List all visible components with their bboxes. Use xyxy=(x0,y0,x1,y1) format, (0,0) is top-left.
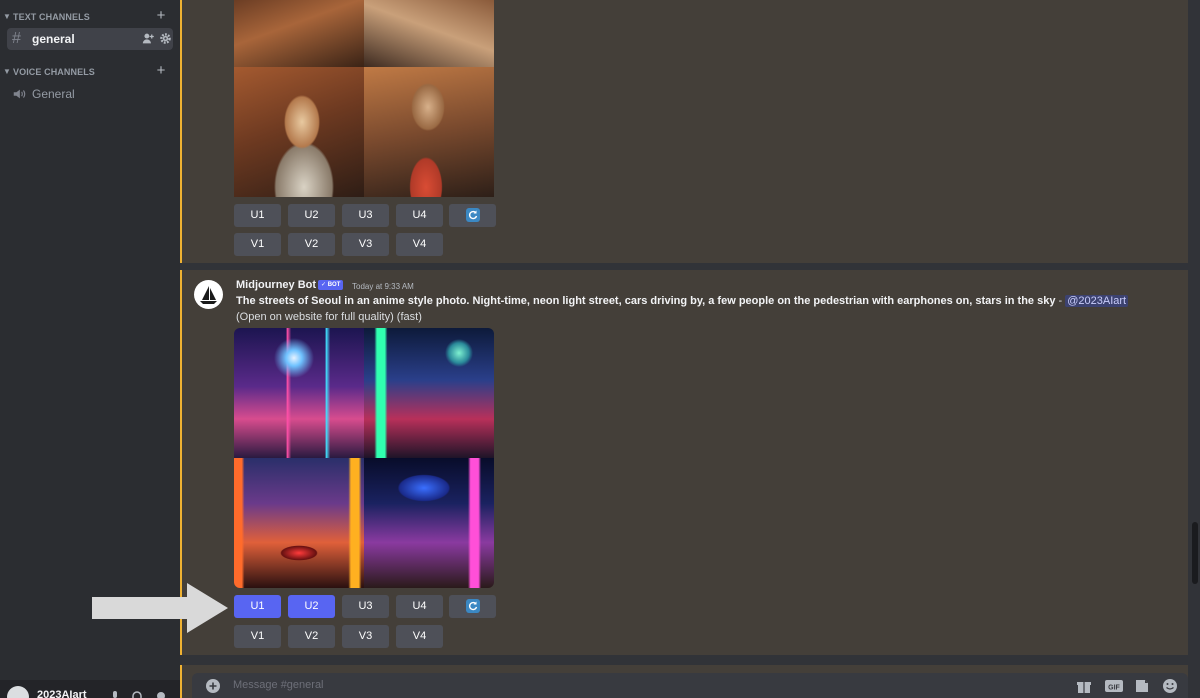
variation-button-4[interactable]: V4 xyxy=(396,625,443,648)
text-channels-category[interactable]: ▼ TEXT CHANNELS + xyxy=(0,8,180,26)
reroll-button[interactable] xyxy=(449,595,496,618)
previous-message: U1 U2 U3 U4 V1 V2 V3 V4 xyxy=(180,0,1188,263)
message-timestamp: Today at 9:33 AM xyxy=(352,282,414,291)
username: 2023AIart xyxy=(37,689,87,698)
gift-icon[interactable] xyxy=(1076,678,1092,694)
chevron-down-icon: ▼ xyxy=(3,67,11,76)
variation-button-1[interactable]: V1 xyxy=(234,625,281,648)
svg-text:GIF: GIF xyxy=(1108,685,1120,692)
scrollbar-thumb[interactable] xyxy=(1192,522,1198,584)
generated-image-2[interactable] xyxy=(364,0,494,67)
channel-general[interactable]: # general xyxy=(7,28,173,50)
generated-image-2[interactable] xyxy=(364,328,494,458)
add-channel-icon[interactable]: + xyxy=(155,8,167,23)
generated-image-1[interactable] xyxy=(234,0,364,67)
channel-name: general xyxy=(32,32,75,46)
chevron-down-icon: ▼ xyxy=(3,12,11,21)
variation-button-2[interactable]: V2 xyxy=(288,233,335,256)
user-avatar[interactable] xyxy=(7,686,29,698)
voice-channel-general[interactable]: General xyxy=(7,83,173,105)
upscale-button-3[interactable]: U3 xyxy=(342,595,389,618)
variation-button-1[interactable]: V1 xyxy=(234,233,281,256)
sailboat-icon xyxy=(200,286,217,304)
bot-badge: ✓ BOT xyxy=(318,280,344,290)
upscale-button-2[interactable]: U2 xyxy=(288,595,335,618)
emoji-icon[interactable] xyxy=(1162,678,1178,694)
message: Midjourney Bot ✓ BOT Today at 9:33 AM Th… xyxy=(180,270,1188,655)
generated-image-3[interactable] xyxy=(234,458,364,588)
message-composer: GIF xyxy=(192,673,1188,698)
upscale-button-4[interactable]: U4 xyxy=(396,204,443,227)
variation-button-2[interactable]: V2 xyxy=(288,625,335,648)
user-settings-icon[interactable] xyxy=(155,690,167,698)
chat-area: U1 U2 U3 U4 V1 V2 V3 V4 Midjourney Bot ✓… xyxy=(180,0,1200,698)
user-panel: 2023AIart xyxy=(0,680,180,698)
variation-button-3[interactable]: V3 xyxy=(342,625,389,648)
prompt-separator: - xyxy=(1055,295,1066,307)
quality-note: (Open on website for full quality) (fast… xyxy=(236,311,422,323)
gear-icon[interactable] xyxy=(159,32,172,45)
voice-channels-category[interactable]: ▼ VOICE CHANNELS + xyxy=(0,63,180,81)
hash-icon: # xyxy=(12,30,21,47)
gif-icon[interactable]: GIF xyxy=(1104,678,1124,694)
upscale-button-2[interactable]: U2 xyxy=(288,204,335,227)
message-input[interactable] xyxy=(233,676,1053,694)
variation-button-3[interactable]: V3 xyxy=(342,233,389,256)
generated-image-4[interactable] xyxy=(364,458,494,588)
author-name[interactable]: Midjourney Bot xyxy=(236,279,316,291)
reroll-button[interactable] xyxy=(449,204,496,227)
generated-image-3[interactable] xyxy=(234,67,364,197)
microphone-icon[interactable] xyxy=(109,690,121,698)
user-mention[interactable]: @2023AIart xyxy=(1065,295,1129,307)
generated-image-1[interactable] xyxy=(234,328,364,458)
add-channel-icon[interactable]: + xyxy=(155,63,167,78)
upscale-button-4[interactable]: U4 xyxy=(396,595,443,618)
category-label: VOICE CHANNELS xyxy=(13,67,95,77)
generated-image-4[interactable] xyxy=(364,67,494,197)
refresh-icon xyxy=(465,599,480,613)
upscale-button-3[interactable]: U3 xyxy=(342,204,389,227)
prompt-text: The streets of Seoul in an anime style p… xyxy=(236,295,1176,307)
prompt-bold: The streets of Seoul in an anime style p… xyxy=(236,295,1056,307)
speaker-icon xyxy=(13,89,26,99)
headphones-icon[interactable] xyxy=(131,690,143,698)
channel-name: General xyxy=(32,87,75,101)
upscale-button-1[interactable]: U1 xyxy=(234,595,281,618)
add-attachment-icon[interactable] xyxy=(206,679,220,693)
bot-avatar[interactable] xyxy=(194,280,223,309)
annotation-arrow-icon xyxy=(92,583,228,633)
refresh-icon xyxy=(465,208,480,222)
variation-button-4[interactable]: V4 xyxy=(396,233,443,256)
category-label: TEXT CHANNELS xyxy=(13,12,90,22)
add-member-icon[interactable] xyxy=(142,32,155,45)
upscale-button-1[interactable]: U1 xyxy=(234,204,281,227)
sticker-icon[interactable] xyxy=(1134,678,1150,694)
